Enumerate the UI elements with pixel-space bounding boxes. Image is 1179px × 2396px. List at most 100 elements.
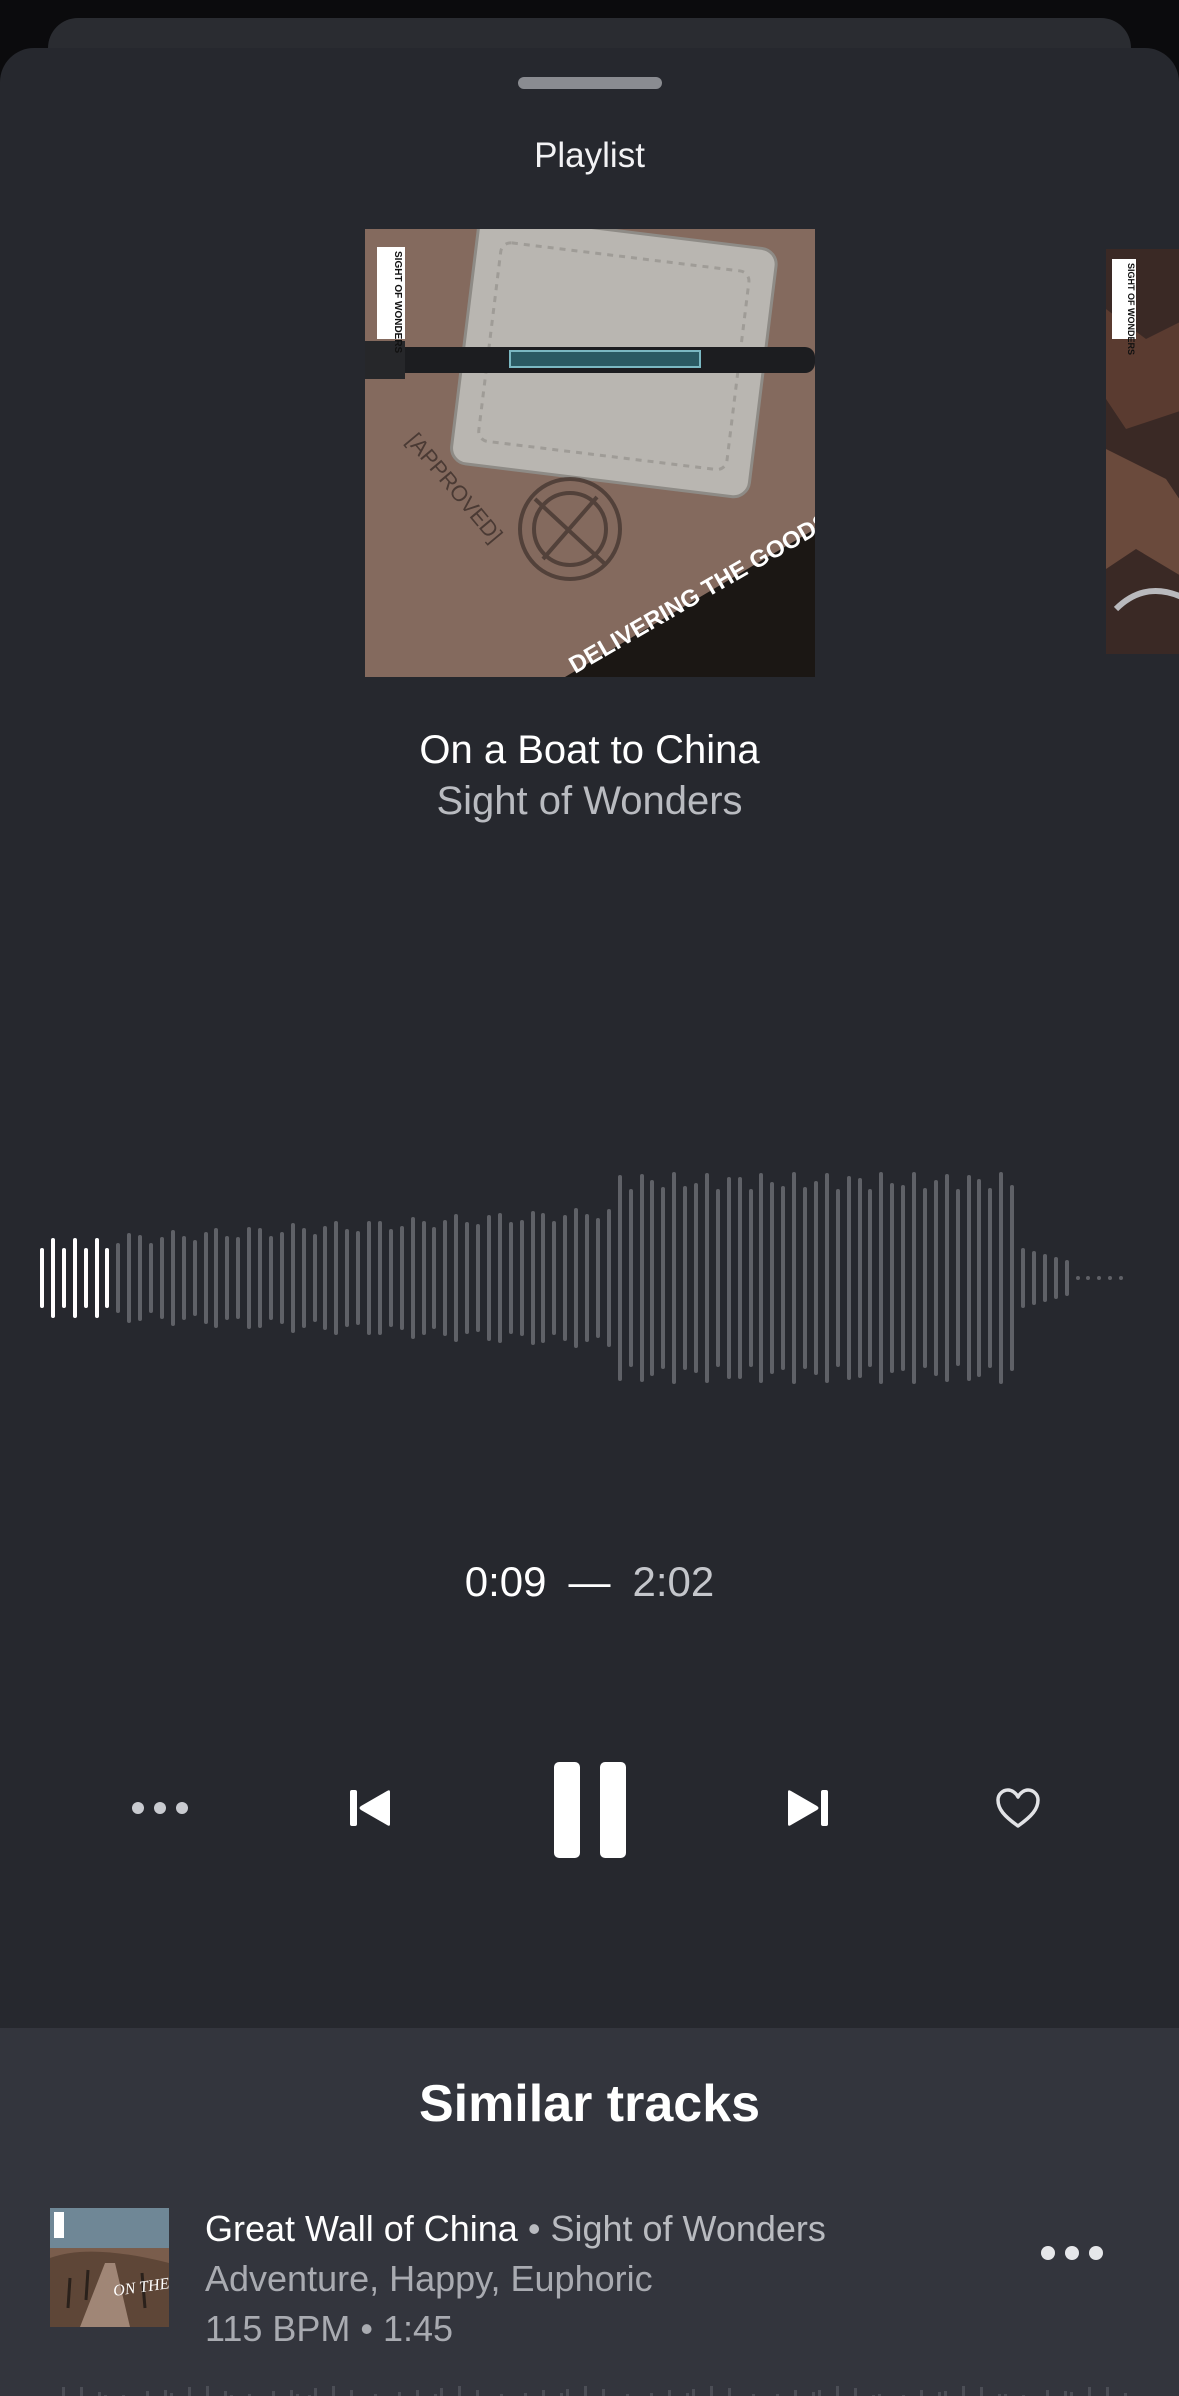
similar-track-waveform[interactable] — [50, 2368, 1130, 2396]
mini-waveform-bar — [350, 2390, 353, 2396]
similar-track-separator: • — [527, 2208, 541, 2249]
favorite-button[interactable] — [988, 1778, 1048, 1838]
waveform-bar — [944, 1174, 949, 1382]
waveform-bar — [83, 1248, 88, 1308]
waveform-bar — [377, 1220, 382, 1336]
waveform-bar — [181, 1235, 186, 1321]
more-icon — [1036, 2246, 1108, 2260]
waveform-bar — [585, 1214, 589, 1342]
playback-waveform[interactable] — [40, 1128, 1140, 1428]
waveform-bar — [1108, 1276, 1113, 1280]
waveform-bar — [813, 1181, 818, 1375]
next-cover-label-text: SIGHT OF WONDERS — [1126, 263, 1136, 355]
waveform-bar — [486, 1215, 491, 1341]
waveform-bar — [759, 1172, 764, 1384]
mini-waveform-bar — [416, 2390, 419, 2396]
waveform-bar — [116, 1242, 121, 1314]
waveform-bar — [421, 1220, 426, 1336]
next-button[interactable] — [778, 1778, 838, 1838]
waveform-bar — [835, 1189, 840, 1367]
waveform-bar — [999, 1171, 1004, 1385]
waveform-bar — [890, 1183, 895, 1373]
similar-track-row[interactable]: ON THE TRAIL Great Wall of China • Sight… — [0, 2208, 1179, 2368]
mini-waveform-bar — [836, 2386, 839, 2396]
album-cover[interactable]: [APPROVED] SIGHT OF WONDERS DELIVERING T… — [365, 229, 815, 677]
mini-waveform-bar — [440, 2388, 443, 2396]
waveform-bar — [661, 1187, 666, 1369]
mini-waveform-bar — [944, 2390, 947, 2396]
mini-waveform-bar — [290, 2390, 293, 2396]
waveform-bar — [530, 1210, 535, 1346]
waveform-bar — [650, 1180, 655, 1376]
waveform-bar — [912, 1171, 916, 1385]
time-row: 0:09 — 2:02 — [0, 1558, 1179, 1606]
waveform-bar — [72, 1238, 77, 1318]
time-current: 0:09 — [464, 1558, 547, 1605]
skip-next-icon — [788, 1790, 828, 1826]
similar-track-title: Great Wall of China — [205, 2208, 518, 2249]
waveform-bar — [159, 1237, 164, 1319]
player-sheet: Playlist [APPROVED] SIGHT OF WONDERS DEL… — [0, 48, 1179, 2396]
waveform-bar — [476, 1224, 480, 1332]
waveform-bar — [247, 1226, 252, 1330]
waveform-bar — [563, 1214, 568, 1342]
waveform-bar — [1042, 1254, 1047, 1302]
waveform-bar — [432, 1227, 437, 1329]
waveform-bar — [323, 1226, 328, 1330]
mini-waveform-bar — [206, 2386, 209, 2396]
mini-waveform-bar — [602, 2389, 605, 2396]
similar-track-tags: Adventure, Happy, Euphoric — [205, 2258, 653, 2299]
next-album-cover[interactable]: SIGHT OF WONDERS — [1106, 249, 1179, 654]
mini-waveform-bar — [272, 2391, 275, 2396]
track-artist[interactable]: Sight of Wonders — [0, 779, 1179, 824]
mini-waveform-bar — [398, 2391, 401, 2396]
waveform-bar — [367, 1220, 371, 1335]
time-total: 2:02 — [632, 1558, 715, 1605]
waveform-bar — [901, 1184, 906, 1372]
next-album-cover-art: SIGHT OF WONDERS — [1106, 249, 1179, 654]
waveform-bar — [170, 1229, 175, 1327]
waveform-bar — [192, 1240, 197, 1316]
waveform-bar — [312, 1233, 317, 1323]
mini-waveform-bar — [794, 2390, 797, 2396]
waveform-bar — [770, 1181, 775, 1375]
waveform-bar — [617, 1175, 622, 1381]
waveform-bar — [628, 1189, 633, 1367]
waveform-bar — [606, 1209, 611, 1347]
waveform-bar — [715, 1188, 720, 1367]
waveform-bar — [345, 1228, 350, 1328]
waveform-bar — [824, 1173, 829, 1383]
playback-controls — [0, 1748, 1179, 1878]
pause-button[interactable] — [540, 1748, 640, 1872]
waveform-bar — [61, 1248, 66, 1308]
similar-track-more-button[interactable] — [1036, 2246, 1108, 2260]
more-button[interactable] — [110, 1778, 210, 1838]
waveform-bar — [334, 1221, 339, 1335]
mini-waveform-bar — [1088, 2386, 1091, 2396]
waveform-bar — [138, 1235, 143, 1321]
sheet-grabber[interactable] — [518, 77, 662, 89]
mini-waveform-bar — [710, 2386, 713, 2396]
waveform-bar — [966, 1174, 971, 1382]
waveform-bar — [868, 1188, 873, 1368]
cover-label-text: SIGHT OF WONDERS — [392, 251, 403, 354]
mini-waveform-bar — [80, 2386, 83, 2396]
waveform-bar — [737, 1176, 742, 1380]
waveform-bar — [683, 1185, 688, 1371]
mini-waveform-bar — [584, 2386, 587, 2396]
mini-waveform-bar — [146, 2391, 149, 2396]
waveform-bar — [1031, 1251, 1036, 1305]
mini-waveform-bar — [224, 2391, 227, 2396]
waveform-bar — [268, 1235, 273, 1321]
mini-waveform-bar — [962, 2386, 965, 2396]
waveform-bar — [127, 1233, 132, 1323]
waveform-bar — [781, 1186, 786, 1370]
waveform-bar — [933, 1179, 938, 1377]
waveform-bar — [519, 1219, 524, 1336]
waveform-bar — [1064, 1260, 1069, 1296]
mini-waveform-bar — [728, 2388, 731, 2396]
waveform-bar — [443, 1220, 448, 1336]
previous-button[interactable] — [340, 1778, 400, 1838]
waveform-bar — [977, 1179, 982, 1377]
mini-waveform-bar — [524, 2392, 527, 2396]
